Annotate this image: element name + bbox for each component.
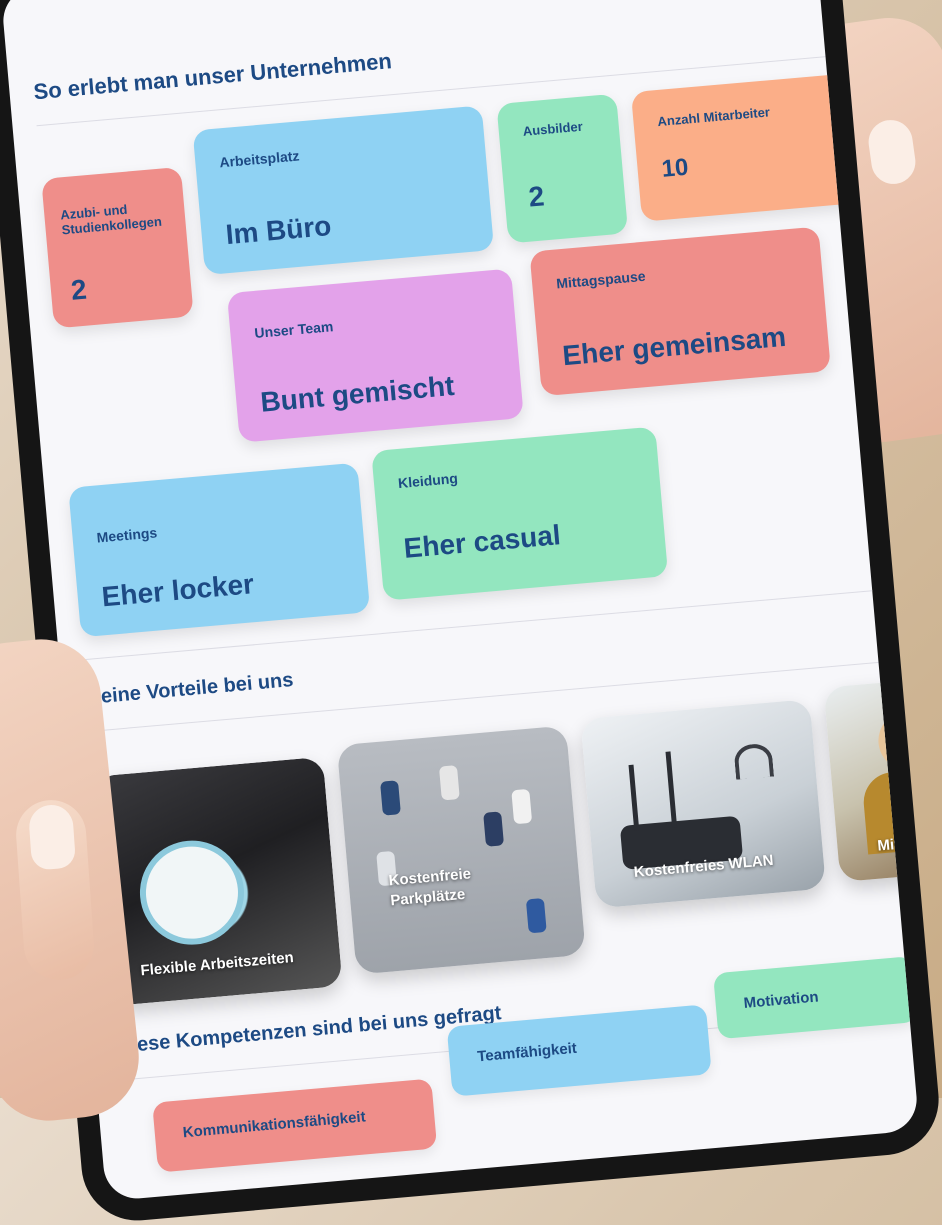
tile-label: Kleidung [397,469,459,492]
benefit-label: Kostenfreie Parkplätze [387,865,472,910]
car-icon [483,811,505,847]
benefits-section-title: Deine Vorteile bei uns [85,669,295,710]
skill-chip-motivation: Motivation [713,956,918,1040]
tile-label: Arbeitsplatz [218,147,300,171]
tile-unser-team: Unser Team Bunt gemischt [226,268,524,443]
skill-chip-kommunikation: Kommunikationsfähigkeit [152,1078,438,1173]
tile-azubi-kollegen: Azubi- und Studienkollegen 2 [41,166,194,329]
tile-value: Bunt gemischt [259,369,456,418]
car-icon [525,897,547,934]
left-thumbnail [27,803,77,871]
alarm-clock-icon [135,836,249,949]
skill-label: Motivation [742,988,820,1012]
benefit-card-parkplaetze[interactable]: Kostenfreie Parkplätze [336,725,586,975]
car-icon [380,780,401,816]
tile-label: Unser Team [253,318,334,342]
tile-value: Eher gemeinsam [561,320,788,372]
car-icon [511,788,533,825]
person-figure [875,708,920,774]
tile-value: Eher locker [100,568,256,613]
tile-value: Eher casual [402,519,562,564]
tile-label: Meetings [95,524,158,546]
tile-value: 2 [69,273,88,306]
tile-anzahl-mitarbeiter: Anzahl Mitarbeiter 10 [630,72,872,222]
tablet-screen: So erlebt man unser Unternehmen Azubi- u… [0,0,920,1202]
tile-value: 2 [527,180,546,213]
tile-arbeitsplatz: Arbeitsplatz Im Büro [192,105,495,276]
tile-ausbilder: Ausbilder 2 [496,93,629,244]
tile-value: Im Büro [224,210,333,251]
tile-label: Ausbilder [522,118,584,139]
benefit-card-mitarbeiter[interactable]: Mitarbeiter [823,673,920,883]
tile-kleidung: Kleidung Eher casual [371,426,669,601]
wifi-icon [733,742,775,780]
tile-label: Azubi- und Studienkollegen [59,201,163,238]
skill-label: Kommunikationsfähigkeit [182,1108,367,1142]
tile-value: 10 [660,153,690,183]
benefit-card-wlan[interactable]: Kostenfreies WLAN [580,699,827,909]
benefit-label: Flexible Arbeitszeiten [139,949,295,980]
skill-label: Teamfähigkeit [476,1039,578,1066]
screen-content: So erlebt man unser Unternehmen Azubi- u… [1,0,920,1173]
tablet-device: So erlebt man unser Unternehmen Azubi- u… [0,0,942,1225]
tile-mittagspause: Mittagspause Eher gemeinsam [529,226,831,397]
router-antenna [665,751,678,828]
company-section-title: So erlebt man unser Unternehmen [32,48,393,105]
benefit-card-flexible[interactable]: Flexible Arbeitszeiten [93,756,343,1006]
tile-meetings: Meetings Eher locker [68,462,371,638]
tile-label: Anzahl Mitarbeiter [656,104,771,130]
tile-label: Mittagspause [555,267,647,292]
router-antenna [628,764,640,831]
car-icon [438,765,460,801]
